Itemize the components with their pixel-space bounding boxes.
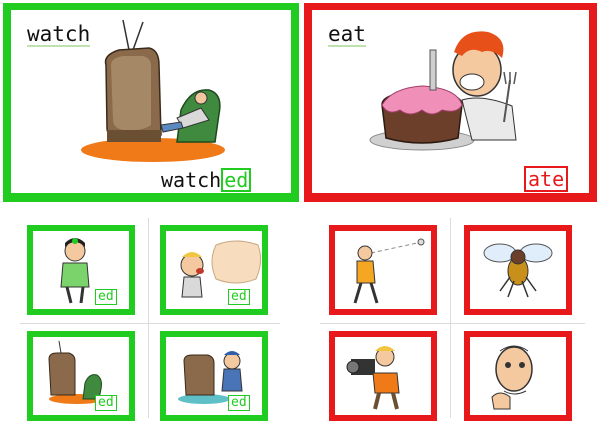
- past-tense-answer: watch ed: [161, 168, 252, 192]
- fly-illustration: [483, 243, 553, 298]
- throw-ball-illustration: [353, 238, 425, 304]
- thinking-man-illustration: [491, 345, 533, 410]
- small-card-thinking: [464, 331, 581, 427]
- small-card-boy-shout: ed: [160, 225, 277, 324]
- grid-separator: [148, 218, 149, 418]
- grid-separator: [320, 323, 585, 324]
- small-card-camera: [329, 331, 446, 427]
- ed-badge: ed: [228, 289, 250, 305]
- flashcard-watch: www.marks-english-school.com watch watch…: [3, 3, 314, 216]
- camera-illustration: [346, 346, 400, 410]
- tv-watching-illustration: [81, 19, 225, 162]
- answer-suffix: ed: [221, 168, 252, 192]
- ed-badge: ed: [95, 395, 117, 411]
- small-card-tv: ed: [27, 331, 144, 427]
- grid-separator: [20, 323, 280, 324]
- cake-eating-illustration: [369, 31, 517, 151]
- small-card-throw: [329, 225, 446, 324]
- past-tense-answer: ate: [524, 166, 569, 192]
- flashcard-eat: www.marks-english-school.com eat ate: [304, 3, 600, 216]
- small-card-girl: ed: [27, 225, 144, 324]
- answer-word: ate: [524, 166, 569, 192]
- small-card-tv-repair: ed: [160, 331, 277, 427]
- small-card-fly: [464, 225, 581, 324]
- grid-separator: [450, 218, 451, 418]
- ed-badge: ed: [95, 289, 117, 305]
- ed-badge: ed: [228, 395, 250, 411]
